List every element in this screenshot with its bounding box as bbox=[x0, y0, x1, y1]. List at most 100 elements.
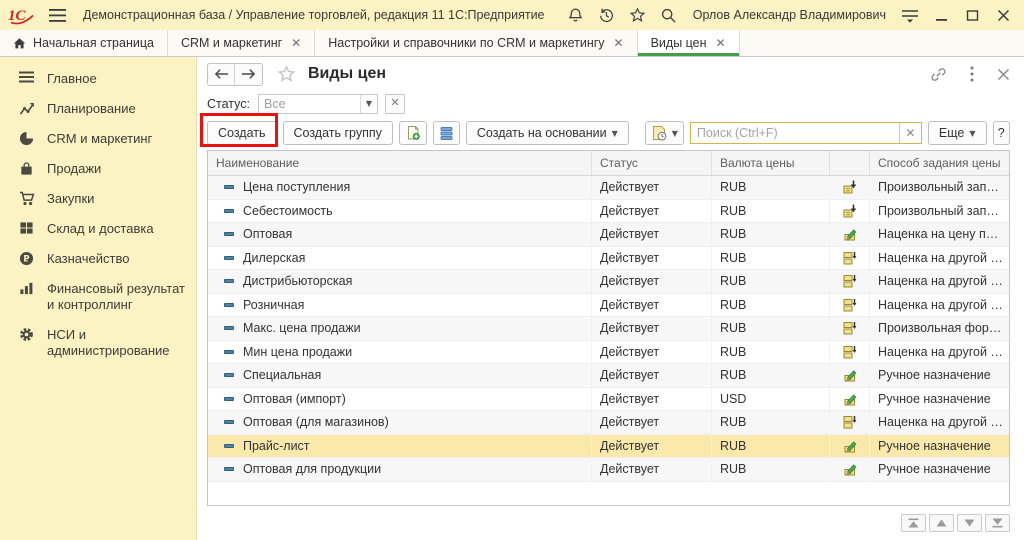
tab-close-icon[interactable]: ✕ bbox=[614, 37, 624, 49]
favorite-page-star-icon[interactable] bbox=[277, 65, 296, 84]
method-icon-cell bbox=[830, 294, 870, 317]
table-row[interactable]: Мин цена продажиДействуетRUBНаценка на д… bbox=[208, 341, 1009, 365]
tab-2[interactable]: CRM и маркетинг✕ bbox=[168, 30, 315, 56]
copy-item-icon bbox=[405, 125, 421, 141]
currency-cell: RUB bbox=[712, 247, 830, 270]
table-row[interactable]: РозничнаяДействуетRUBНаценка на другой в… bbox=[208, 294, 1009, 318]
table-row[interactable]: Оптовая (импорт)ДействуетUSDРучное назна… bbox=[208, 388, 1009, 412]
list-settings-button[interactable] bbox=[433, 121, 460, 145]
method-cell: Наценка на другой в… bbox=[870, 411, 1009, 434]
table-row[interactable]: Оптовая (для магазинов)ДействуетRUBНацен… bbox=[208, 411, 1009, 435]
method-icon-cell bbox=[830, 411, 870, 434]
table-row[interactable]: ДистрибьюторскаяДействуетRUBНаценка на д… bbox=[208, 270, 1009, 294]
price-type-icon bbox=[224, 232, 234, 236]
filter-row: Статус: Все ▼ ✕ bbox=[197, 91, 1024, 116]
sidebar-item[interactable]: Главное bbox=[0, 64, 196, 94]
price-type-name: Оптовая bbox=[243, 227, 292, 241]
table-row[interactable]: ДилерскаяДействуетRUBНаценка на другой в… bbox=[208, 247, 1009, 271]
get-link-icon[interactable] bbox=[930, 66, 947, 83]
maximize-icon[interactable] bbox=[961, 4, 983, 26]
sidebar-item[interactable]: Склад и доставка bbox=[0, 214, 196, 244]
search-box: ✕ bbox=[690, 122, 922, 144]
price-type-icon bbox=[224, 420, 234, 424]
table-row[interactable]: СебестоимостьДействуетRUBПроизвольный за… bbox=[208, 200, 1009, 224]
go-prev-button[interactable] bbox=[929, 514, 954, 532]
dropdown-caret-icon: ▼ bbox=[969, 129, 975, 138]
method-icon-cell bbox=[830, 388, 870, 411]
method-cell: Наценка на другой в… bbox=[870, 294, 1009, 317]
search-icon[interactable] bbox=[658, 4, 680, 26]
create-group-button[interactable]: Создать группу bbox=[283, 121, 393, 145]
minimize-icon[interactable] bbox=[930, 4, 952, 26]
create-button[interactable]: Создать bbox=[207, 121, 277, 145]
sidebar-item-label: Казначейство bbox=[47, 251, 129, 267]
search-clear-button[interactable]: ✕ bbox=[899, 123, 921, 143]
filter-clear-button[interactable]: ✕ bbox=[385, 94, 405, 114]
sidebar-item[interactable]: Финансовый результат и контроллинг bbox=[0, 274, 196, 320]
price-type-icon bbox=[224, 373, 234, 377]
more-button[interactable]: Еще ▼ bbox=[928, 121, 987, 145]
history-icon[interactable] bbox=[596, 4, 618, 26]
tab-close-icon[interactable]: ✕ bbox=[716, 37, 726, 49]
tab-4[interactable]: Виды цен✕ bbox=[638, 30, 740, 56]
sidebar-item[interactable]: CRM и маркетинг bbox=[0, 124, 196, 154]
combo-dropdown-icon[interactable]: ▼ bbox=[360, 95, 377, 113]
back-button[interactable] bbox=[208, 64, 235, 85]
notifications-bell-icon[interactable] bbox=[565, 4, 587, 26]
table-row[interactable]: ОптоваяДействуетRUBНаценка на цену по… bbox=[208, 223, 1009, 247]
sidebar-item[interactable]: Закупки bbox=[0, 184, 196, 214]
go-next-button[interactable] bbox=[957, 514, 982, 532]
forward-button[interactable] bbox=[235, 64, 262, 85]
price-type-icon bbox=[224, 444, 234, 448]
service-menu-icon[interactable] bbox=[899, 4, 921, 26]
table-row[interactable]: СпециальнаяДействуетRUBРучное назначение bbox=[208, 364, 1009, 388]
go-first-button[interactable] bbox=[901, 514, 926, 532]
page-title: Виды цен bbox=[308, 65, 386, 83]
status-filter-combobox[interactable]: Все ▼ bbox=[258, 94, 378, 114]
history-nav-group bbox=[207, 63, 263, 86]
column-header-currency[interactable]: Валюта цены bbox=[712, 151, 830, 175]
table-header: Наименование Статус Валюта цены Способ з… bbox=[208, 151, 1009, 176]
favorites-star-icon[interactable] bbox=[627, 4, 649, 26]
more-label: Еще bbox=[939, 126, 964, 140]
method-icon-cell bbox=[830, 176, 870, 199]
table-row[interactable]: Прайс-листДействуетRUBРучное назначение bbox=[208, 435, 1009, 459]
report-button[interactable]: ▼ bbox=[645, 121, 684, 145]
column-header-method[interactable]: Способ задания цены bbox=[870, 151, 1009, 175]
sidebar-item[interactable]: Продажи bbox=[0, 154, 196, 184]
search-input[interactable] bbox=[691, 123, 899, 143]
currency-cell: RUB bbox=[712, 411, 830, 434]
sidebar-item[interactable]: НСИ и администрирование bbox=[0, 320, 196, 366]
method-icon-cell bbox=[830, 200, 870, 223]
list-icon bbox=[439, 126, 454, 141]
name-cell: Цена поступления bbox=[208, 176, 592, 199]
sidebar-item[interactable]: PКазначейство bbox=[0, 244, 196, 274]
tab-3[interactable]: Настройки и справочники по CRM и маркети… bbox=[315, 30, 637, 56]
currency-cell: USD bbox=[712, 388, 830, 411]
sidebar-item[interactable]: Планирование bbox=[0, 94, 196, 124]
tab-close-icon[interactable]: ✕ bbox=[291, 37, 301, 49]
help-button[interactable]: ? bbox=[993, 121, 1011, 145]
column-header-status[interactable]: Статус bbox=[592, 151, 712, 175]
table-row[interactable]: Оптовая для продукцииДействуетRUBРучное … bbox=[208, 458, 1009, 482]
create-based-on-button[interactable]: Создать на основании ▼ bbox=[466, 121, 629, 145]
table-row[interactable]: Цена поступленияДействуетRUBПроизвольный… bbox=[208, 176, 1009, 200]
go-last-button[interactable] bbox=[985, 514, 1010, 532]
copy-item-button[interactable] bbox=[399, 121, 427, 145]
main-menu-icon[interactable] bbox=[46, 4, 68, 26]
column-header-name[interactable]: Наименование bbox=[208, 151, 592, 175]
close-form-icon[interactable] bbox=[997, 68, 1010, 81]
price-type-name: Дистрибьюторская bbox=[243, 274, 352, 288]
current-user[interactable]: Орлов Александр Владимирович bbox=[693, 8, 886, 22]
kebab-menu-icon[interactable] bbox=[970, 66, 974, 82]
menu-icon bbox=[18, 71, 35, 83]
sidebar: ГлавноеПланированиеCRM и маркетингПродаж… bbox=[0, 57, 197, 540]
price-markup-icon bbox=[843, 274, 857, 288]
column-header-method-icon[interactable] bbox=[830, 151, 870, 175]
status-cell: Действует bbox=[592, 223, 712, 246]
tab-1[interactable]: Начальная страница bbox=[0, 30, 168, 56]
table-row[interactable]: Макс. цена продажиДействуетRUBПроизвольн… bbox=[208, 317, 1009, 341]
price-query-icon bbox=[843, 180, 857, 194]
close-icon[interactable] bbox=[992, 4, 1014, 26]
tab-bar: Начальная страницаCRM и маркетинг✕Настро… bbox=[0, 30, 1024, 57]
